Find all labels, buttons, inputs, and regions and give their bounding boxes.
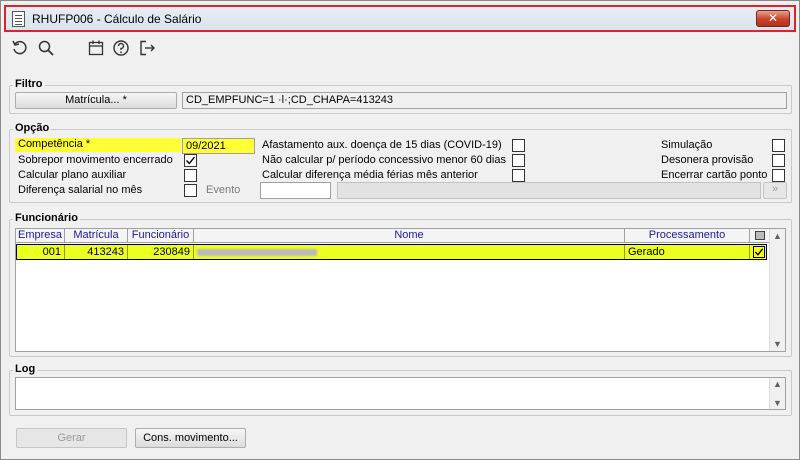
competencia-input[interactable]: 09/2021 bbox=[182, 138, 255, 154]
calcular-plano-label: Calcular plano auxiliar bbox=[18, 169, 127, 181]
filtro-legend: Filtro bbox=[13, 78, 45, 90]
redacted-name bbox=[197, 249, 317, 256]
funcionario-grid: Empresa Matrícula Funcionário Nome Proce… bbox=[15, 228, 786, 352]
sobrepor-checkbox[interactable] bbox=[184, 154, 197, 167]
nao-calcular-label: Não calcular p/ período concessivo menor… bbox=[262, 154, 506, 166]
window-title: RHUFP006 - Cálculo de Salário bbox=[32, 12, 202, 26]
cell-selected[interactable] bbox=[750, 245, 768, 259]
row-checkbox[interactable] bbox=[753, 246, 765, 258]
evento-lookup-button[interactable]: » bbox=[763, 182, 787, 199]
filter-field[interactable]: CD_EMPFUNC=1 ·l·;CD_CHAPA=413243 bbox=[182, 92, 787, 109]
evento-description bbox=[337, 182, 761, 199]
sobrepor-label: Sobrepor movimento encerrado bbox=[18, 154, 173, 166]
document-icon bbox=[12, 11, 25, 27]
evento-label: Evento bbox=[206, 184, 241, 196]
evento-input[interactable] bbox=[260, 182, 331, 199]
scroll-up-icon[interactable]: ▲ bbox=[773, 231, 782, 241]
help-icon[interactable] bbox=[112, 39, 132, 59]
calcular-plano-checkbox[interactable] bbox=[184, 169, 197, 182]
log-legend: Log bbox=[13, 363, 38, 375]
calcular-diferenca-label: Calcular diferença média férias mês ante… bbox=[262, 169, 478, 181]
simulacao-label: Simulação bbox=[661, 139, 713, 151]
close-button[interactable]: ✕ bbox=[756, 10, 790, 27]
select-all-checkbox[interactable] bbox=[755, 231, 765, 240]
cell-empresa: 001 bbox=[17, 245, 65, 259]
diferenca-checkbox[interactable] bbox=[184, 184, 197, 197]
refresh-icon[interactable] bbox=[11, 39, 31, 59]
calendar-icon[interactable] bbox=[87, 39, 107, 59]
afastamento-label: Afastamento aux. doença de 15 dias (COVI… bbox=[262, 139, 502, 151]
desonera-checkbox[interactable] bbox=[772, 154, 785, 167]
col-select-all[interactable] bbox=[750, 229, 771, 243]
grid-header: Empresa Matrícula Funcionário Nome Proce… bbox=[16, 229, 771, 243]
afastamento-checkbox[interactable] bbox=[512, 139, 525, 152]
col-matricula[interactable]: Matrícula bbox=[65, 229, 128, 243]
col-funcionario[interactable]: Funcionário bbox=[128, 229, 194, 243]
diferenca-label: Diferença salarial no mês bbox=[18, 184, 143, 196]
scroll-down-icon[interactable]: ▼ bbox=[773, 398, 782, 408]
opcao-legend: Opção bbox=[13, 122, 52, 134]
cons-movimento-button[interactable]: Cons. movimento... bbox=[135, 428, 246, 448]
grid-vertical-scrollbar[interactable]: ▲ ▼ bbox=[769, 229, 785, 351]
title-bar[interactable]: RHUFP006 - Cálculo de Salário ✕ bbox=[4, 5, 796, 32]
funcionario-legend: Funcionário bbox=[13, 212, 80, 224]
cell-matricula: 413243 bbox=[65, 245, 128, 259]
scroll-up-icon[interactable]: ▲ bbox=[773, 379, 782, 389]
check-icon bbox=[754, 248, 764, 256]
encerrar-label: Encerrar cartão ponto bbox=[661, 169, 768, 181]
calcular-diferenca-checkbox[interactable] bbox=[512, 169, 525, 182]
search-icon[interactable] bbox=[37, 39, 57, 59]
competencia-label: Competência * bbox=[15, 138, 181, 152]
matricula-button[interactable]: Matrícula... * bbox=[15, 92, 177, 109]
simulacao-checkbox[interactable] bbox=[772, 139, 785, 152]
cell-nome bbox=[194, 245, 625, 259]
log-vertical-scrollbar[interactable]: ▲ ▼ bbox=[769, 378, 785, 409]
table-row[interactable]: 001 413243 230849 Gerado bbox=[16, 244, 767, 260]
desonera-label: Desonera provisão bbox=[661, 154, 754, 166]
encerrar-checkbox[interactable] bbox=[772, 169, 785, 182]
exit-icon[interactable] bbox=[138, 39, 158, 59]
check-icon bbox=[185, 156, 196, 165]
cell-processamento: Gerado bbox=[625, 245, 750, 259]
col-processamento[interactable]: Processamento bbox=[625, 229, 750, 243]
scroll-down-icon[interactable]: ▼ bbox=[773, 339, 782, 349]
main-window: RHUFP006 - Cálculo de Salário ✕ Filtro M… bbox=[0, 0, 800, 460]
col-nome[interactable]: Nome bbox=[194, 229, 625, 243]
col-empresa[interactable]: Empresa bbox=[16, 229, 65, 243]
log-area[interactable]: ▲ ▼ bbox=[15, 377, 786, 410]
gerar-button[interactable]: Gerar bbox=[16, 428, 127, 448]
nao-calcular-checkbox[interactable] bbox=[512, 154, 525, 167]
cell-funcionario: 230849 bbox=[128, 245, 194, 259]
